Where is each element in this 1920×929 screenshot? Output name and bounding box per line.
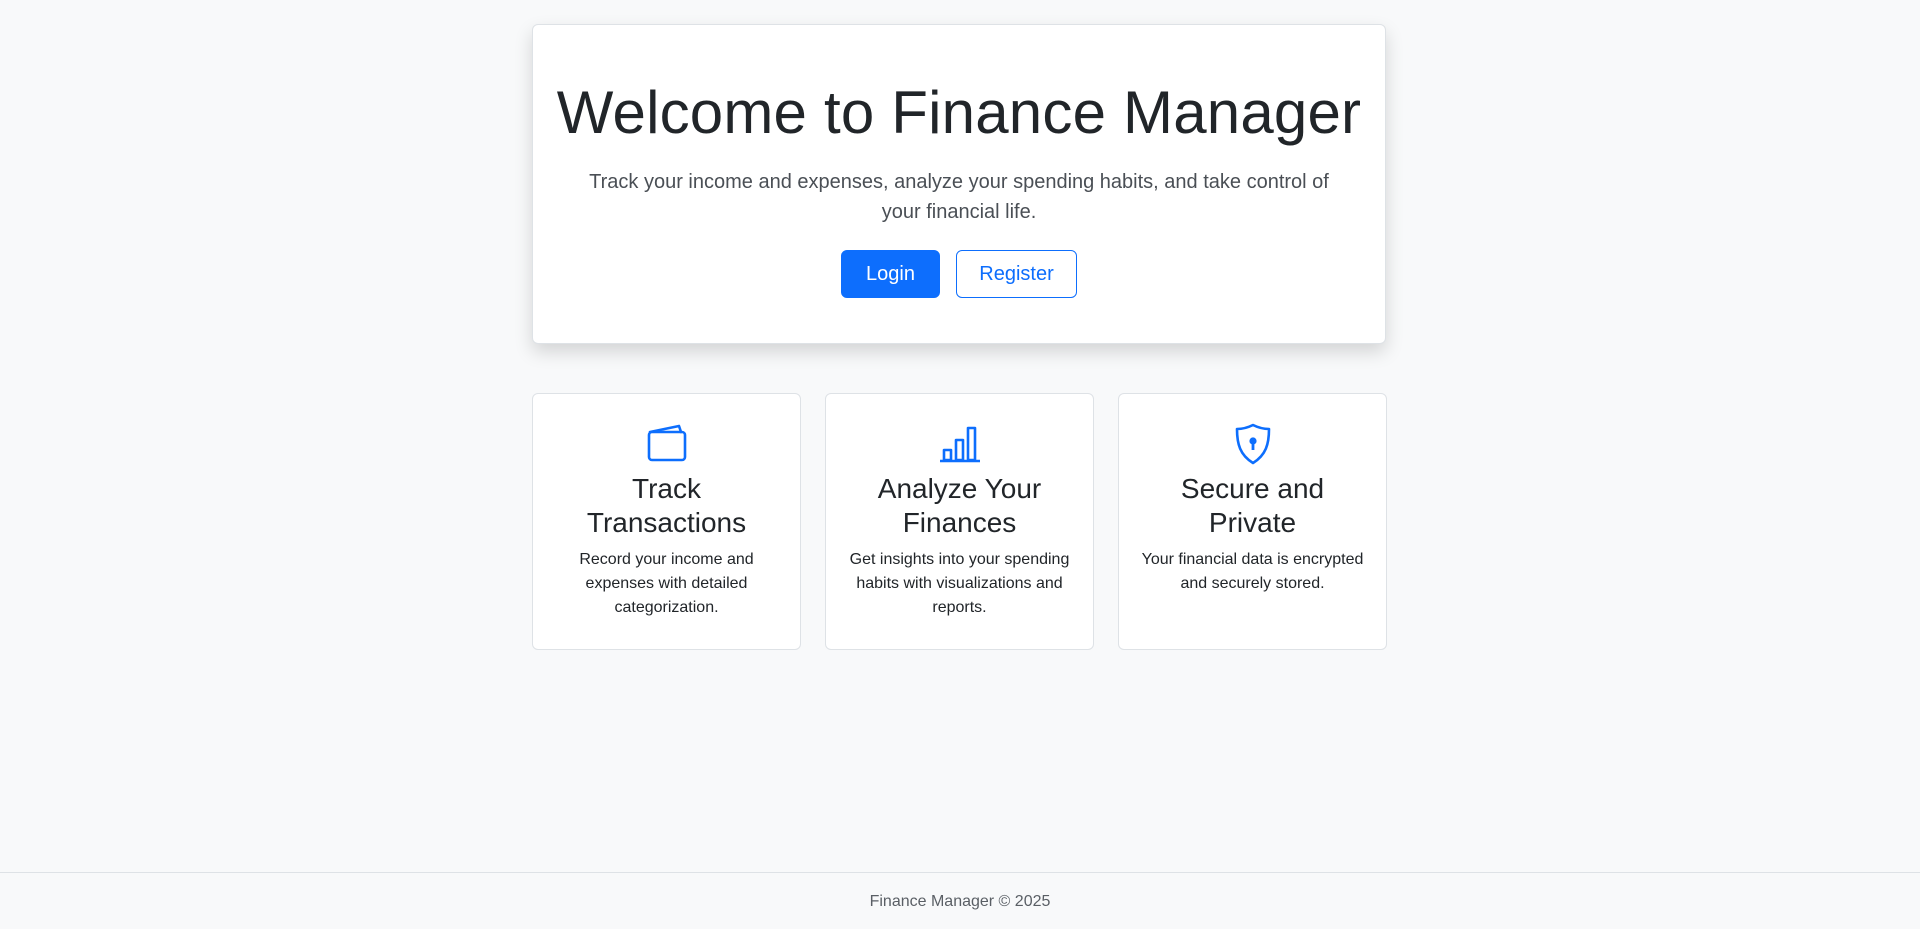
feature-title: Analyze Your Finances: [877, 473, 1042, 538]
hero-lead-text: Track your income and expenses, analyze …: [589, 171, 1329, 223]
feature-card-secure-private: Secure and Private Your financial data i…: [1118, 393, 1387, 650]
bar-chart-icon: [939, 426, 980, 463]
feature-title: Secure and Private: [1180, 473, 1325, 538]
feature-description: Your financial data is encrypted and sec…: [1141, 551, 1364, 592]
hero-actions: Login Register: [533, 250, 1385, 298]
feature-card-analyze-finances: Analyze Your Finances Get insights into …: [825, 393, 1094, 650]
feature-description: Record your income and expenses with det…: [579, 551, 754, 616]
feature-description: Get insights into your spending habits w…: [849, 551, 1070, 616]
feature-card-track-transactions: Track Transactions Record your income an…: [532, 393, 801, 650]
page: Welcome to Finance Manager Track your in…: [0, 0, 1920, 929]
login-button[interactable]: Login: [841, 250, 940, 298]
shield-lock-icon: [1235, 423, 1270, 465]
register-button[interactable]: Register: [956, 250, 1077, 298]
feature-title: Track Transactions: [586, 473, 747, 538]
hero-card: Welcome to Finance Manager Track your in…: [532, 24, 1386, 344]
feature-cards: Track Transactions Record your income an…: [532, 393, 1387, 650]
footer: Finance Manager © 2025: [0, 872, 1920, 929]
footer-text: Finance Manager © 2025: [869, 893, 1051, 910]
page-title: Welcome to Finance Manager: [556, 79, 1362, 146]
wallet-icon: [647, 424, 686, 462]
